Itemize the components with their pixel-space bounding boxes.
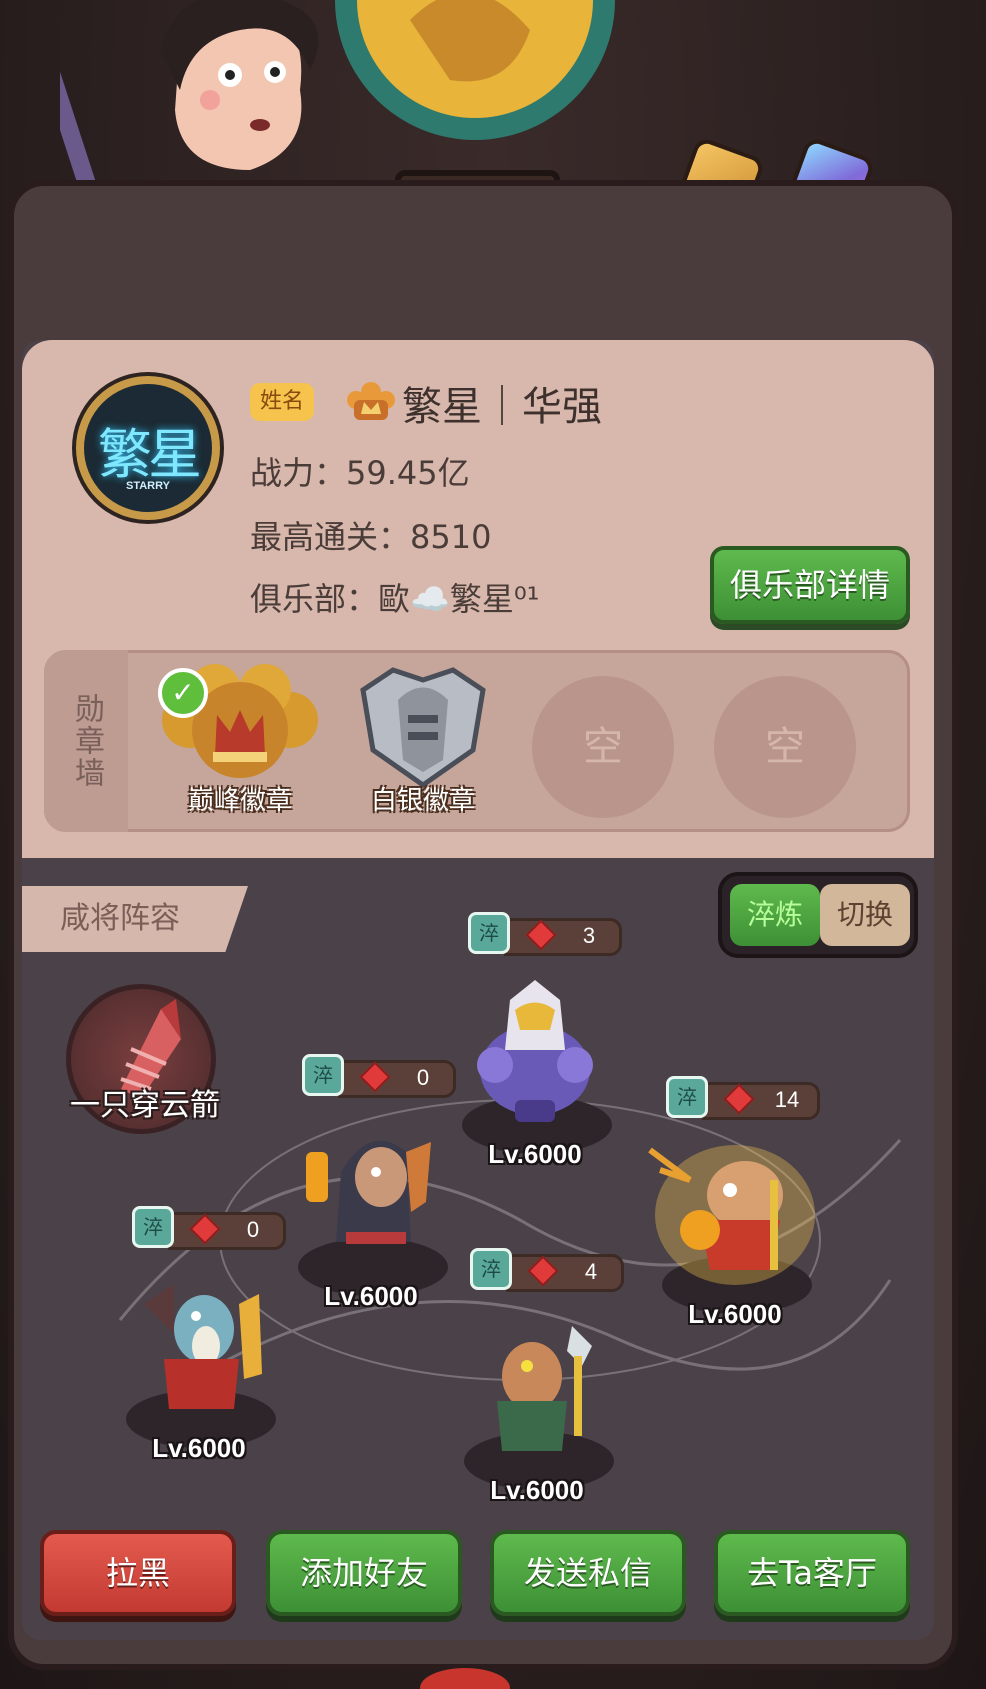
refine-count: 0 (246, 1217, 260, 1242)
medal-peak-label: 巅峰徽章 (187, 786, 292, 816)
refine-icon: 淬 (666, 1076, 708, 1118)
hero-monkey-king[interactable]: Lv.6000 (640, 1130, 830, 1330)
refine-badge: 淬 4 (470, 1248, 624, 1292)
refine-badge: 淬 0 (302, 1054, 456, 1098)
club-details-button[interactable]: 俱乐部详情 (710, 546, 910, 624)
hero-armored-knight[interactable]: Lv.6000 (440, 970, 630, 1170)
club-name: 俱乐部：歐☁️繁星⁰¹ (250, 580, 540, 618)
avatar-logo-subtext: STARRY (126, 480, 170, 492)
empty-medal-slot[interactable]: 空 (714, 676, 856, 818)
hero-level: Lv.6000 (490, 1475, 584, 1505)
refine-icon: 淬 (468, 912, 510, 954)
refine-count: 14 (774, 1087, 800, 1112)
hero-level: Lv.6000 (688, 1299, 782, 1329)
refine-count: 0 (416, 1065, 430, 1090)
refine-badge: 淬 14 (666, 1076, 820, 1120)
toggle-refine-option[interactable]: 淬炼 (730, 884, 820, 946)
block-button[interactable]: 拉黑 (40, 1530, 236, 1616)
refine-icon: 淬 (302, 1054, 344, 1096)
armored-knight-sprite (477, 980, 593, 1122)
hero-level: Lv.6000 (152, 1433, 246, 1463)
medal-wall-title: 勋章墙 (44, 650, 128, 832)
medal-silver[interactable]: 白银徽章 (338, 660, 508, 820)
avatar-logo-text: 繁星 (98, 423, 202, 486)
hero-shark-warrior[interactable]: Lv.6000 (104, 1264, 294, 1464)
refine-icon: 淬 (470, 1248, 512, 1290)
refine-badge: 淬 0 (132, 1206, 286, 1250)
mirror-illustration (335, 0, 615, 140)
crown-icon (347, 382, 395, 420)
fish-mage-sprite (306, 1140, 431, 1244)
combat-power: 战力：59.45亿 (250, 454, 470, 492)
lineup-view-toggle: 淬炼 切换 (718, 872, 918, 958)
refine-badge: 淬 3 (468, 912, 622, 956)
pet-label: 一只穿云箭 (70, 1088, 220, 1123)
empty-medal-slot[interactable]: 空 (532, 676, 674, 818)
silver-medal-icon (360, 667, 486, 789)
refine-count: 3 (582, 923, 596, 948)
monkey-king-sprite (648, 1145, 815, 1285)
shark-warrior-sprite (144, 1284, 262, 1409)
equipped-check-icon: ✓ (158, 668, 208, 718)
refine-count: 4 (584, 1259, 598, 1284)
lineup-title: 咸将阵容 (22, 886, 248, 952)
player-name: 繁星｜华强 (402, 384, 602, 430)
visit-hall-button[interactable]: 去Ta客厅 (714, 1530, 910, 1616)
hero-fish-mage[interactable]: Lv.6000 (276, 1112, 466, 1312)
hero-level: Lv.6000 (324, 1281, 418, 1311)
send-message-button[interactable]: 发送私信 (490, 1530, 686, 1616)
name-tag: 姓名 (250, 383, 315, 421)
halberd-fish-sprite (497, 1326, 592, 1451)
hero-halberd-fish[interactable]: Lv.6000 (442, 1306, 632, 1506)
hero-level: Lv.6000 (488, 1139, 582, 1169)
toggle-switch-option[interactable]: 切换 (820, 884, 910, 946)
highest-clear: 最高通关：8510 (250, 518, 492, 556)
refine-icon: 淬 (132, 1206, 174, 1248)
medal-silver-label: 白银徽章 (370, 786, 475, 816)
avatar[interactable]: 繁星 STARRY (76, 376, 220, 520)
add-friend-button[interactable]: 添加好友 (266, 1530, 462, 1616)
